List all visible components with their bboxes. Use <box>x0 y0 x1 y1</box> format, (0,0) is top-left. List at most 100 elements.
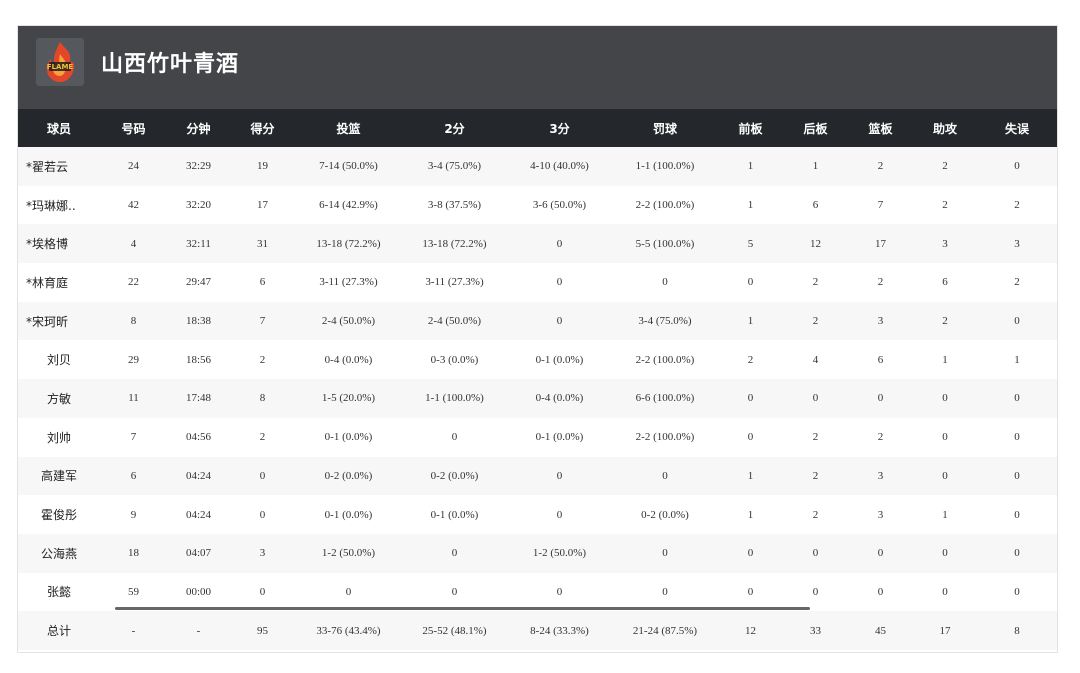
offensive-rebounds-cell: 0 <box>718 533 783 573</box>
three-pointers-cell: 0 <box>507 495 612 534</box>
field-goals-cell: 0-1 (0.0%) <box>295 495 402 534</box>
jersey-number-cell: 22 <box>100 263 167 302</box>
defensive-rebounds-cell: 12 <box>783 224 848 264</box>
player-name: 刘帅 <box>18 417 100 457</box>
column-header: 罚球 <box>612 109 718 147</box>
free-throws-cell: 5-5 (100.0%) <box>612 224 718 264</box>
turnovers-cell: 0 <box>977 417 1057 457</box>
points-cell: 3 <box>230 533 295 573</box>
total-free-throws-cell: 21-24 (87.5%) <box>612 611 718 650</box>
rebounds-cell: 2 <box>848 417 913 457</box>
three-pointers-cell: 0 <box>507 301 612 341</box>
player-row: 高建军 6 04:24 0 0-2 (0.0%) 0-2 (0.0%) 0 0 1 2 3 0 0 <box>18 456 1057 496</box>
free-throws-cell: 6-6 (100.0%) <box>612 379 718 418</box>
total-row: 总计 - -95 33-76 (43.4%) 25-52 (48.1%) 8-24 (33… <box>18 611 1057 650</box>
boxscore-card: FLAME 山西竹叶青酒 球员 号码 分钟 得分 投篮 2分 3分 罚球 前板 后板 篮板 助攻 失误 … <box>17 25 1058 653</box>
two-pointers-cell: 0 <box>402 417 507 457</box>
column-header: 号码 <box>100 109 167 147</box>
defensive-rebounds-cell: 4 <box>783 340 848 380</box>
rebounds-cell: 17 <box>848 224 913 264</box>
turnovers-cell: 0 <box>977 533 1057 573</box>
jersey-number-cell: 7 <box>100 417 167 457</box>
total-points-cell: 95 <box>230 611 295 650</box>
turnovers-cell: 2 <box>977 263 1057 302</box>
defensive-rebounds-cell: 0 <box>783 533 848 573</box>
field-goals-cell: 13-18 (72.2%) <box>295 224 402 264</box>
player-name: *埃格博 <box>18 224 100 264</box>
player-name: 刘贝 <box>18 340 100 380</box>
minutes-cell: 32:11 <box>167 224 230 264</box>
column-header: 球员 <box>18 109 100 147</box>
offensive-rebounds-cell: 0 <box>718 417 783 457</box>
minutes-cell: 04:24 <box>167 456 230 496</box>
player-row: *玛琳娜.. 42 32:20 17 6-14 (42.9%) 3-8 (37.5%) 3-… <box>18 185 1057 225</box>
field-goals-cell: 3-11 (27.3%) <box>295 263 402 302</box>
jersey-number-cell: 11 <box>100 379 167 418</box>
total-label: 总计 <box>18 611 100 650</box>
column-header: 分钟 <box>167 109 230 147</box>
three-pointers-cell: 4-10 (40.0%) <box>507 147 612 186</box>
offensive-rebounds-cell: 1 <box>718 185 783 225</box>
field-goals-cell: 1-5 (20.0%) <box>295 379 402 418</box>
rebounds-cell: 0 <box>848 533 913 573</box>
free-throws-cell: 2-2 (100.0%) <box>612 185 718 225</box>
three-pointers-cell: 0 <box>507 456 612 496</box>
total-jersey-number-cell: - <box>100 611 167 650</box>
three-pointers-cell: 1-2 (50.0%) <box>507 533 612 573</box>
minutes-cell: 18:56 <box>167 340 230 380</box>
player-row: 霍俊彤 9 04:24 0 0-1 (0.0%) 0-1 (0.0%) 0 0-2 (0.0%… <box>18 495 1057 534</box>
defensive-rebounds-cell: 6 <box>783 185 848 225</box>
free-throws-cell: 0 <box>612 533 718 573</box>
points-cell: 6 <box>230 263 295 302</box>
total-turnovers-cell: 8 <box>977 611 1057 650</box>
player-row: 方敏 11 17:48 8 1-5 (20.0%) 1-1 (100.0%) 0-4 (0.… <box>18 379 1057 418</box>
two-pointers-cell: 13-18 (72.2%) <box>402 224 507 264</box>
field-goals-cell: 2-4 (50.0%) <box>295 301 402 341</box>
assists-cell: 0 <box>913 379 977 418</box>
offensive-rebounds-cell: 2 <box>718 340 783 380</box>
defensive-rebounds-cell: 2 <box>783 263 848 302</box>
three-pointers-cell: 0 <box>507 224 612 264</box>
jersey-number-cell: 42 <box>100 185 167 225</box>
jersey-number-cell: 24 <box>100 147 167 186</box>
player-row: 张懿 59 00:00 0 0 0 0 0 0 0 0 0 0 <box>18 572 1057 612</box>
points-cell: 7 <box>230 301 295 341</box>
assists-cell: 0 <box>913 456 977 496</box>
player-row: 刘帅 7 04:56 2 0-1 (0.0%) 0 0-1 (0.0%) 2-2 (100.0… <box>18 417 1057 457</box>
jersey-number-cell: 29 <box>100 340 167 380</box>
flame-team-logo-icon: FLAME <box>36 38 84 86</box>
assists-cell: 0 <box>913 417 977 457</box>
total-rebounds-cell: 45 <box>848 611 913 650</box>
minutes-cell: 29:47 <box>167 263 230 302</box>
three-pointers-cell: 0-1 (0.0%) <box>507 340 612 380</box>
assists-cell: 0 <box>913 533 977 573</box>
points-cell: 0 <box>230 572 295 612</box>
column-header: 3分 <box>507 109 612 147</box>
player-row: *埃格博 4 32:11 31 13-18 (72.2%) 13-18 (72.2%) 0 5… <box>18 224 1057 264</box>
assists-cell: 6 <box>913 263 977 302</box>
player-name: 公海燕 <box>18 533 100 573</box>
three-pointers-cell: 3-6 (50.0%) <box>507 185 612 225</box>
rebounds-cell: 6 <box>848 340 913 380</box>
rebounds-cell: 7 <box>848 185 913 225</box>
rebounds-cell: 2 <box>848 147 913 186</box>
minutes-cell: 04:56 <box>167 417 230 457</box>
three-pointers-cell: 0-1 (0.0%) <box>507 417 612 457</box>
turnovers-cell: 0 <box>977 572 1057 612</box>
points-cell: 2 <box>230 417 295 457</box>
offensive-rebounds-cell: 1 <box>718 495 783 534</box>
jersey-number-cell: 4 <box>100 224 167 264</box>
jersey-number-cell: 6 <box>100 456 167 496</box>
assists-cell: 3 <box>913 224 977 264</box>
rebounds-cell: 3 <box>848 456 913 496</box>
minutes-cell: 32:20 <box>167 185 230 225</box>
two-pointers-cell: 3-8 (37.5%) <box>402 185 507 225</box>
player-name: *宋珂昕 <box>18 301 100 341</box>
total-three-pointers-cell: 8-24 (33.3%) <box>507 611 612 650</box>
assists-cell: 1 <box>913 495 977 534</box>
turnovers-cell: 1 <box>977 340 1057 380</box>
horizontal-scrollbar[interactable] <box>115 607 810 610</box>
field-goals-cell: 0 <box>295 572 402 612</box>
total-two-pointers-cell: 25-52 (48.1%) <box>402 611 507 650</box>
offensive-rebounds-cell: 1 <box>718 456 783 496</box>
